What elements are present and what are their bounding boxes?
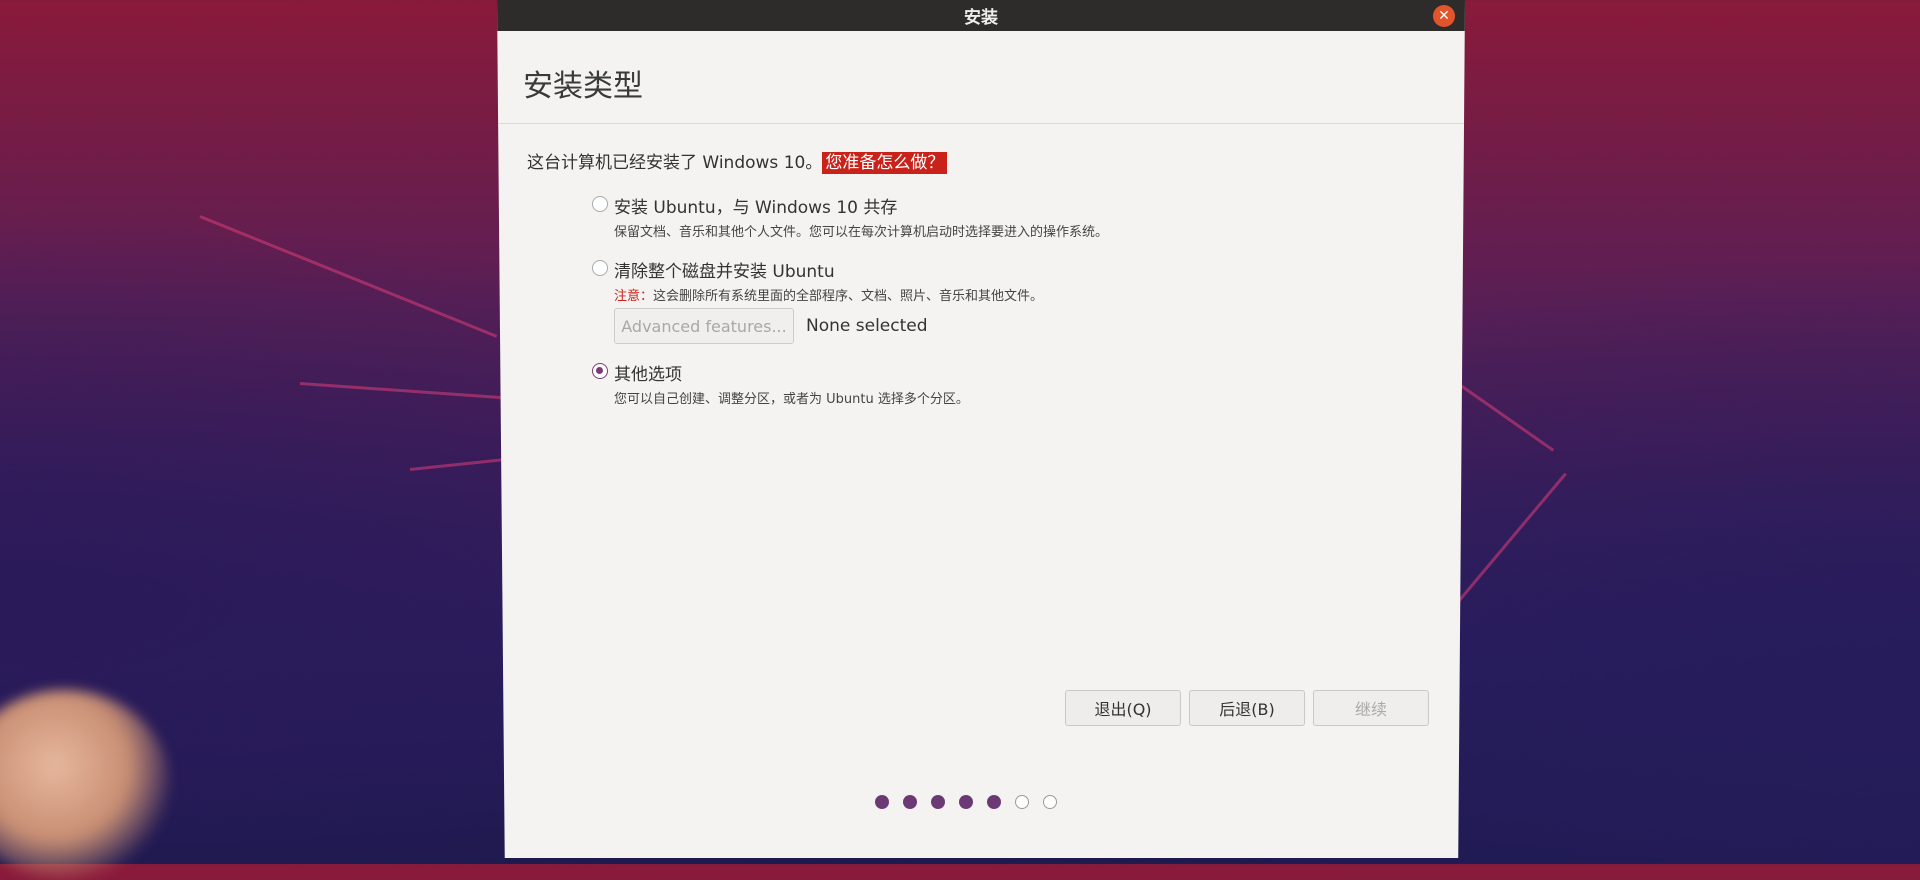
- option-description: 注意：这会删除所有系统里面的全部程序、文档、照片、音乐和其他文件。: [614, 285, 1043, 304]
- wallpaper-line: [199, 215, 498, 338]
- option-description: 保留文档、音乐和其他个人文件。您可以在每次计算机启动时选择要进入的操作系统。: [614, 225, 1109, 240]
- wallpaper-line: [299, 382, 520, 401]
- question-text: 这台计算机已经安装了 Windows 10。 您准备怎么做？: [527, 148, 1427, 174]
- footer-buttons: 退出(Q) 后退(B) 继续: [1065, 690, 1429, 726]
- close-icon[interactable]: ✕: [1433, 5, 1455, 27]
- page-title: 安装类型: [523, 69, 643, 104]
- finger-in-photo: [0, 690, 170, 880]
- advanced-features-button[interactable]: Advanced features...: [614, 308, 794, 344]
- note-prefix: 注意：: [614, 289, 654, 304]
- back-button[interactable]: 后退(B): [1189, 690, 1305, 726]
- radio-button-checked[interactable]: [592, 363, 608, 379]
- wallpaper-line: [1448, 472, 1567, 613]
- continue-button[interactable]: 继续: [1313, 690, 1429, 726]
- progress-dot: [987, 795, 1001, 809]
- page-header: 安装类型: [497, 31, 1465, 124]
- radio-button[interactable]: [592, 260, 608, 276]
- progress-dot: [959, 795, 973, 809]
- advanced-features-status: None selected: [806, 316, 928, 336]
- progress-dot: [931, 795, 945, 809]
- progress-dot: [903, 795, 917, 809]
- radio-button[interactable]: [592, 196, 608, 212]
- progress-dots: [875, 795, 1057, 809]
- option-label: 清除整个磁盘并安装 Ubuntu: [614, 262, 835, 282]
- advanced-features-row: Advanced features... None selected: [614, 308, 928, 344]
- progress-dot: [1043, 795, 1057, 809]
- installer-window: 安装 ✕ 安装类型 这台计算机已经安装了 Windows 10。 您准备怎么做？ …: [497, 0, 1465, 858]
- window-titlebar[interactable]: 安装 ✕: [497, 0, 1465, 31]
- question-highlight: 您准备怎么做？: [822, 152, 948, 174]
- option-label: 安装 Ubuntu，与 Windows 10 共存: [614, 198, 898, 218]
- option-description: 您可以自己创建、调整分区，或者为 Ubuntu 选择多个分区。: [614, 392, 969, 407]
- question-prefix: 这台计算机已经安装了 Windows 10。: [527, 153, 823, 173]
- progress-dot: [1015, 795, 1029, 809]
- install-type-content: 这台计算机已经安装了 Windows 10。 您准备怎么做？ 安装 Ubuntu，…: [527, 148, 1427, 407]
- window-title: 安装: [964, 8, 998, 28]
- progress-dot: [875, 795, 889, 809]
- option-label: 其他选项: [614, 365, 682, 385]
- quit-button[interactable]: 退出(Q): [1065, 690, 1181, 726]
- note-text: 这会删除所有系统里面的全部程序、文档、照片、音乐和其他文件。: [653, 289, 1044, 304]
- wallpaper-line: [1454, 380, 1555, 452]
